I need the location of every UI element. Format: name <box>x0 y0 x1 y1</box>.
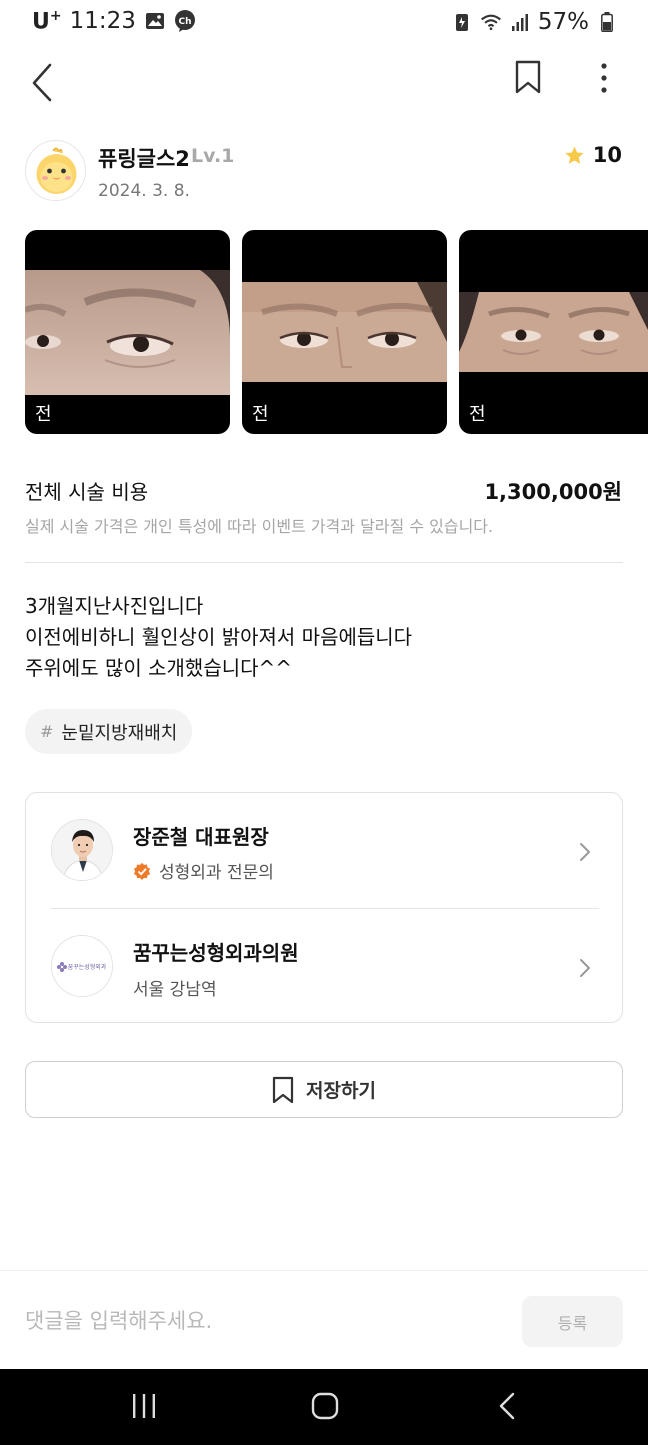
eye-photo-1 <box>25 270 230 395</box>
photo-label: 전 <box>35 404 52 425</box>
save-label: 저장하기 <box>306 1080 376 1102</box>
status-left: U+ 11:23 Ch <box>32 8 196 34</box>
doctor-photo <box>51 819 113 881</box>
review-line: 이전에비하니 훨인상이 밝아져서 마음에듭니다 <box>25 625 413 649</box>
chevron-right-icon <box>580 843 590 861</box>
more-options-button[interactable] <box>590 58 618 98</box>
back-nav-icon[interactable] <box>494 1391 520 1421</box>
clinic-row[interactable]: 꿈꾸는성형외과 꿈꾸는성형외과의원 서울 강남역 <box>26 909 622 1022</box>
author-level: Lv.1 <box>191 145 235 167</box>
doctor-row[interactable]: 장준철 대표원장 성형외과 전문의 <box>26 793 622 907</box>
doctor-clinic-card: 장준철 대표원장 성형외과 전문의 꿈꾸는성형외과 꿈꾸는성형외과의원 서울 강… <box>25 792 623 1023</box>
rating-value: 10 <box>592 143 622 167</box>
channel-notification-icon: Ch <box>174 10 196 33</box>
review-line: 3개월지난사진입니다 <box>25 594 204 618</box>
star-icon <box>565 146 584 164</box>
submit-comment-button[interactable]: 등록 <box>522 1296 623 1347</box>
back-button[interactable] <box>28 56 60 102</box>
battery-saver-icon <box>451 11 473 33</box>
clinic-logo: 꿈꾸는성형외과 <box>51 935 113 997</box>
procedure-tag[interactable]: # 눈밑지방재배치 <box>25 709 193 754</box>
svg-text:꿈꾸는성형외과: 꿈꾸는성형외과 <box>68 963 107 971</box>
top-nav <box>0 50 648 106</box>
android-navigation-bar <box>0 1369 648 1445</box>
verified-badge-icon <box>133 862 151 880</box>
cost-value: 1,300,000원 <box>484 480 622 504</box>
clock: 11:23 <box>69 8 136 35</box>
status-right: 57% <box>451 9 618 35</box>
chick-avatar-icon <box>26 141 85 200</box>
specialist-badge: 성형외과 전문의 <box>133 858 274 883</box>
battery-icon <box>596 11 618 33</box>
status-bar: U+ 11:23 Ch 57% <box>0 0 648 46</box>
post-date: 2024. 3. 8. <box>98 181 190 201</box>
rating: 10 <box>564 143 622 167</box>
divider <box>25 562 623 563</box>
carrier-label: U+ <box>32 8 62 35</box>
cost-label: 전체 시술 비용 <box>25 480 149 504</box>
battery-percent: 57% <box>537 9 589 35</box>
save-button[interactable]: 저장하기 <box>25 1061 623 1118</box>
submit-label: 등록 <box>557 1313 588 1333</box>
doctor-name: 장준철 대표원장 <box>133 825 269 849</box>
photo-label: 전 <box>252 404 269 425</box>
comment-input[interactable] <box>25 1301 495 1341</box>
review-text: 3개월지난사진입니다 이전에비하니 훨인상이 밝아져서 마음에듭니다 주위에도 … <box>25 591 412 684</box>
author-name[interactable]: 퓨링글스2 <box>98 143 190 173</box>
review-line: 주위에도 많이 소개했습니다^^ <box>25 656 293 680</box>
gallery-notification-icon <box>144 10 166 32</box>
before-photo-1[interactable]: 전 <box>25 230 230 434</box>
before-photo-3[interactable]: 전 <box>459 230 648 434</box>
clinic-location: 서울 강남역 <box>133 980 217 1000</box>
tag-label: 눈밑지방재배치 <box>61 722 178 744</box>
comment-bar: 등록 <box>0 1270 648 1370</box>
doctor-specialty: 성형외과 전문의 <box>159 863 274 883</box>
signal-icon <box>509 11 531 33</box>
wifi-icon <box>480 11 502 33</box>
photo-label: 전 <box>469 404 486 425</box>
bookmark-icon <box>515 60 541 94</box>
eye-photo-3 <box>459 292 648 372</box>
more-vertical-icon <box>601 63 607 93</box>
before-photo-2[interactable]: 전 <box>242 230 447 434</box>
recent-apps-icon[interactable] <box>130 1391 158 1421</box>
hash-icon: # <box>40 722 54 741</box>
author-avatar[interactable] <box>25 140 86 201</box>
svg-text:Ch: Ch <box>178 17 191 27</box>
chevron-right-icon <box>580 959 590 977</box>
home-icon[interactable] <box>310 1391 340 1421</box>
cost-note: 실제 시술 가격은 개인 특성에 따라 이벤트 가격과 달라질 수 있습니다. <box>25 517 494 536</box>
bookmark-icon <box>272 1076 294 1103</box>
clinic-name: 꿈꾸는성형외과의원 <box>133 941 299 965</box>
bookmark-button[interactable] <box>512 58 544 98</box>
eye-photo-2 <box>242 282 447 382</box>
